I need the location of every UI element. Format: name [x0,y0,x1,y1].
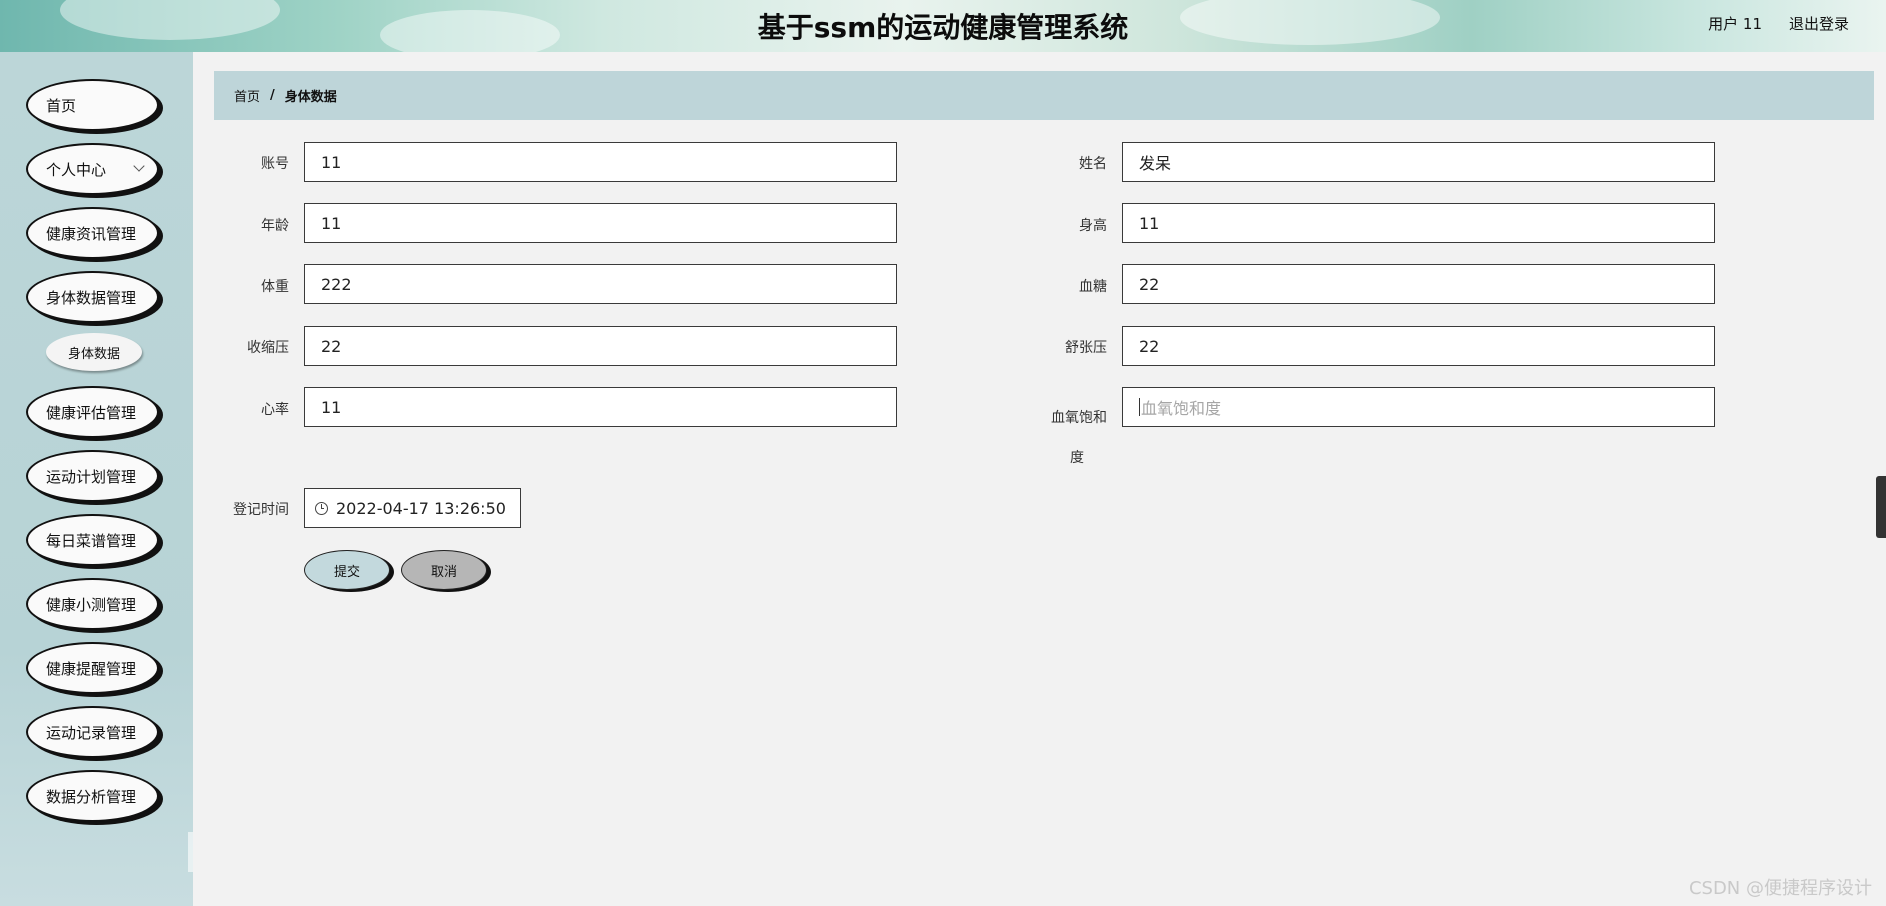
weight-input[interactable]: 222 [304,264,897,304]
systolic-label: 收缩压 [247,340,289,356]
submit-button[interactable]: 提交 [304,550,390,590]
sidebar-item-label: 健康资讯管理 [46,224,137,243]
breadcrumb-current: 身体数据 [284,90,337,105]
sidebar-item-label: 数据分析管理 [46,787,137,806]
current-user: 用户 11 [1708,15,1762,33]
weight-value: 222 [321,274,352,294]
name-value: 发呆 [1139,154,1172,173]
register-time-label: 登记时间 [233,502,289,518]
height-value: 11 [1139,213,1160,233]
spo2-label: 血氧饱和 度 [1027,398,1107,478]
diastolic-label: 舒张压 [1065,340,1107,356]
name-label: 姓名 [1079,156,1107,172]
blood-sugar-value: 22 [1139,274,1160,294]
logout-link[interactable]: 退出登录 [1789,13,1849,34]
watermark: CSDN @便捷程序设计 [1688,878,1872,899]
spo2-placeholder: 血氧饱和度 [1141,399,1222,418]
main-content: 首页 / 身体数据 账号 11 年龄 11 体重 222 收缩压 22 心率 1… [193,52,1886,906]
sidebar-item-label: 健康小测管理 [46,595,137,614]
heart-rate-label: 心率 [261,402,289,418]
spo2-label-line2: 度 [1070,450,1084,466]
register-time-value: 2022-04-17 13:26:50 [336,498,506,518]
height-input[interactable]: 11 [1122,203,1715,243]
register-time-input[interactable]: 2022-04-17 13:26:50 [304,488,521,528]
app-title: 基于ssm的运动健康管理系统 [757,11,1129,44]
sidebar-item-label: 健康提醒管理 [46,659,137,678]
text-caret [1139,398,1140,416]
sidebar-item-exercise-record[interactable]: 运动记录管理 [26,706,159,758]
heart-rate-input[interactable]: 11 [304,387,897,427]
sidebar-item-label: 首页 [46,96,77,115]
age-value: 11 [321,213,342,233]
name-input[interactable]: 发呆 [1122,142,1715,182]
spo2-input[interactable]: 血氧饱和度 [1122,387,1715,427]
account-label: 账号 [261,156,289,172]
sidebar-item-data-analysis[interactable]: 数据分析管理 [26,770,159,822]
top-header: 基于ssm的运动健康管理系统 用户 11 退出登录 [0,0,1886,52]
cancel-button-label: 取消 [430,564,457,580]
sidebar-item-exercise-plan[interactable]: 运动计划管理 [26,450,159,502]
sidebar-item-label: 身体数据管理 [46,288,137,307]
sidebar-item-body-data-mgmt[interactable]: 身体数据管理 [26,271,159,323]
systolic-value: 22 [321,336,342,356]
breadcrumb-separator: / [270,88,275,103]
sidebar-item-label: 个人中心 [46,160,107,179]
diastolic-value: 22 [1139,336,1160,356]
sidebar-item-daily-recipe[interactable]: 每日菜谱管理 [26,514,159,566]
cancel-button[interactable]: 取消 [401,550,487,590]
sidebar-item-label: 健康评估管理 [46,403,137,422]
sidebar-item-label: 运动计划管理 [46,467,137,486]
sidebar-item-label: 运动记录管理 [46,723,137,742]
age-input[interactable]: 11 [304,203,897,243]
clock-icon [315,501,328,515]
submit-button-label: 提交 [333,564,360,580]
age-label: 年龄 [261,218,289,234]
sidebar-item-label: 每日菜谱管理 [46,531,137,550]
sidebar-item-health-assessment[interactable]: 健康评估管理 [26,386,159,438]
weight-label: 体重 [261,279,289,295]
sidebar-subitem-body-data[interactable]: 身体数据 [46,333,142,371]
blood-sugar-label: 血糖 [1079,279,1107,295]
account-input[interactable]: 11 [304,142,897,182]
heart-rate-value: 11 [321,397,342,417]
systolic-input[interactable]: 22 [304,326,897,366]
breadcrumb: 首页 / 身体数据 [214,71,1874,120]
breadcrumb-home[interactable]: 首页 [234,86,260,105]
blood-sugar-input[interactable]: 22 [1122,264,1715,304]
sidebar-item-health-reminder[interactable]: 健康提醒管理 [26,642,159,694]
height-label: 身高 [1079,218,1107,234]
sidebar-item-health-quiz[interactable]: 健康小测管理 [26,578,159,630]
spo2-label-line1: 血氧饱和 [1051,410,1107,426]
sidebar: 首页 个人中心 健康资讯管理 身体数据管理 身体数据 健康评估管理 运动计划管理… [0,52,230,906]
scrollbar-thumb[interactable] [1876,476,1886,538]
sidebar-item-health-news[interactable]: 健康资讯管理 [26,207,159,259]
sidebar-item-label: 身体数据 [67,346,120,362]
diastolic-input[interactable]: 22 [1122,326,1715,366]
account-value: 11 [321,152,342,172]
sidebar-item-personal-center[interactable]: 个人中心 [26,143,159,195]
chevron-down-icon [133,160,145,172]
sidebar-item-home[interactable]: 首页 [26,79,159,131]
